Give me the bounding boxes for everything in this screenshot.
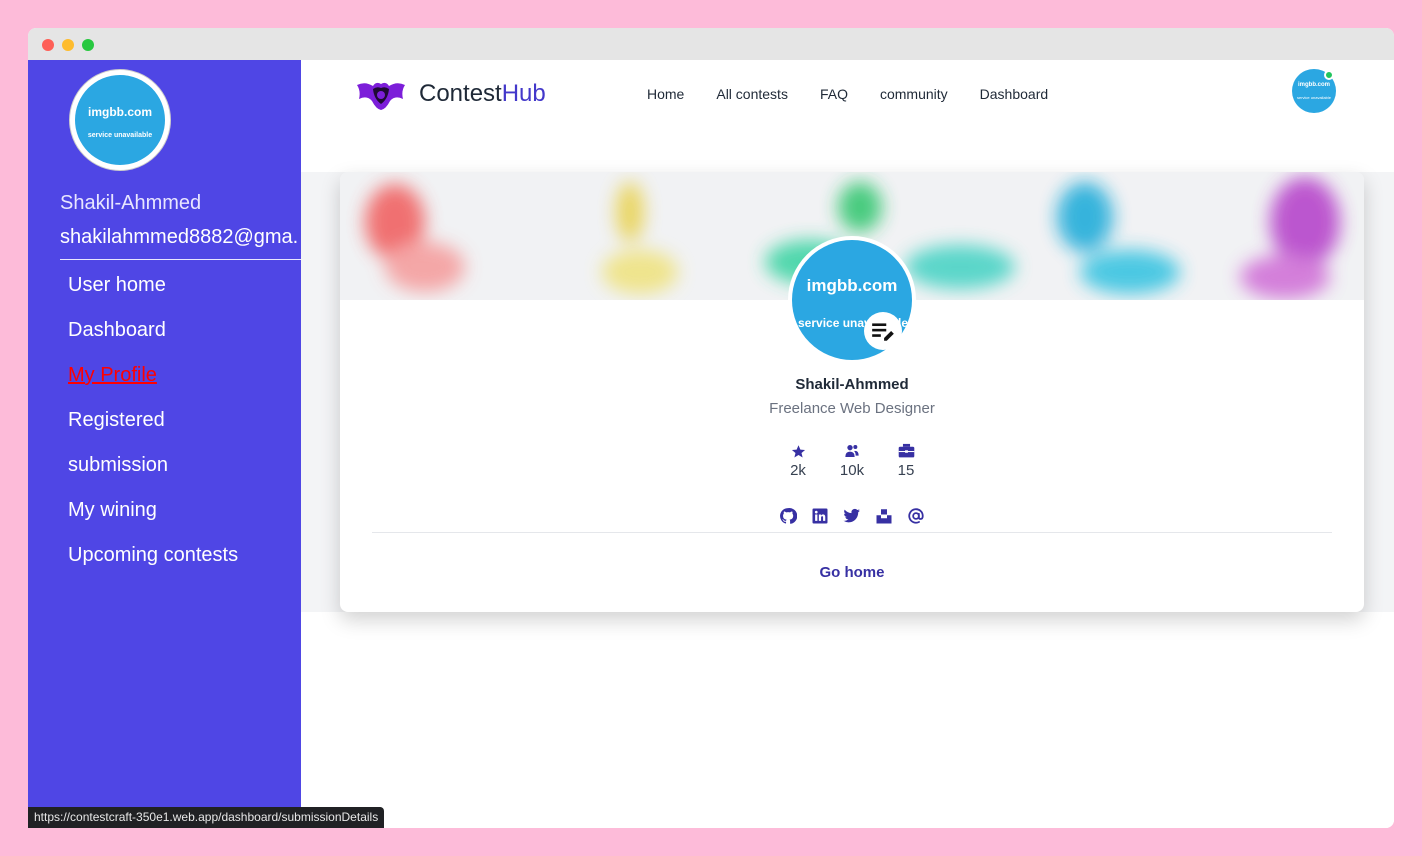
sidebar-item-dashboard[interactable]: Dashboard	[68, 315, 238, 360]
users-icon	[845, 445, 859, 457]
sidebar-user-email: shakilahmmed8882@gma..	[60, 226, 300, 248]
window-titlebar	[28, 28, 1394, 60]
sidebar-nav: User home Dashboard My Profile Registere…	[68, 270, 238, 585]
stat-projects: 15	[886, 442, 926, 479]
email-link[interactable]	[906, 506, 926, 526]
brand-logo-link[interactable]: ContestHub	[355, 76, 546, 112]
nav-link-home[interactable]: Home	[647, 84, 684, 104]
header-avatar-placeholder-title: imgbb.com	[1297, 82, 1330, 88]
top-nav: Home All contests FAQ community Dashboar…	[647, 84, 1048, 104]
sidebar-item-user-home[interactable]: User home	[68, 270, 238, 315]
briefcase-icon	[898, 443, 914, 458]
star-icon	[791, 444, 805, 457]
bat-logo-icon	[357, 82, 405, 110]
brand-name-contest: Contest	[419, 80, 502, 107]
edit-profile-button[interactable]	[864, 312, 902, 350]
profile-avatar: imgbb.com service unavailable	[788, 236, 916, 364]
nav-link-faq[interactable]: FAQ	[820, 84, 848, 104]
linkedin-icon	[812, 508, 828, 524]
profile-card: imgbb.com service unavailable Shakil-Ahm…	[340, 172, 1364, 612]
sidebar-user-name: Shakil-Ahmmed	[60, 192, 202, 214]
header-avatar-placeholder-subtitle: service unavailable	[1296, 95, 1332, 100]
maximize-window-button[interactable]	[82, 39, 94, 51]
avatar-placeholder-title: imgbb.com	[87, 105, 152, 119]
avatar-placeholder-subtitle: service unavailable	[87, 132, 153, 139]
stat-rating: 2k	[778, 442, 818, 479]
social-links	[778, 506, 926, 526]
sidebar-item-registered[interactable]: Registered	[68, 405, 238, 450]
github-link[interactable]	[778, 506, 798, 526]
unsplash-link[interactable]	[874, 506, 894, 526]
brand-name-hub: Hub	[501, 80, 546, 107]
profile-avatar-placeholder-title: imgbb.com	[806, 276, 898, 295]
sidebar-divider	[60, 259, 301, 260]
linkedin-link[interactable]	[810, 506, 830, 526]
stat-projects-value: 15	[897, 462, 915, 479]
nav-link-dashboard[interactable]: Dashboard	[980, 84, 1049, 104]
main-content: ContestHub Home All contests FAQ communi…	[301, 60, 1394, 828]
profile-title: Freelance Web Designer	[769, 400, 935, 417]
profile-stats: 2k 10k 15	[778, 442, 926, 479]
nav-link-community[interactable]: community	[880, 84, 948, 104]
online-status-dot	[1324, 70, 1334, 80]
go-home-link[interactable]: Go home	[340, 564, 1364, 581]
sidebar-item-my-wining[interactable]: My wining	[68, 495, 238, 540]
stat-rating-value: 2k	[790, 462, 806, 479]
unsplash-icon	[876, 509, 892, 524]
at-icon	[908, 508, 924, 524]
sidebar-avatar: imgbb.com service unavailable	[69, 69, 171, 171]
dashboard-sidebar: imgbb.com service unavailable Shakil-Ahm…	[28, 60, 301, 828]
stat-followers-value: 10k	[839, 462, 865, 479]
minimize-window-button[interactable]	[62, 39, 74, 51]
close-window-button[interactable]	[42, 39, 54, 51]
nav-link-all-contests[interactable]: All contests	[716, 84, 788, 104]
twitter-icon	[843, 508, 860, 523]
twitter-link[interactable]	[842, 506, 862, 526]
sidebar-item-my-profile[interactable]: My Profile	[68, 360, 238, 405]
profile-name: Shakil-Ahmmed	[795, 376, 909, 393]
stat-followers: 10k	[832, 442, 872, 479]
card-divider	[372, 532, 1332, 533]
sidebar-item-upcoming-contests[interactable]: Upcoming contests	[68, 540, 238, 585]
sidebar-item-submission[interactable]: submission	[68, 450, 238, 495]
edit-list-icon	[872, 323, 894, 341]
github-icon	[780, 508, 797, 524]
browser-window: imgbb.com service unavailable Shakil-Ahm…	[28, 28, 1394, 828]
brand-name: ContestHub	[419, 80, 546, 108]
status-bar-url: https://contestcraft-350e1.web.app/dashb…	[28, 807, 385, 828]
